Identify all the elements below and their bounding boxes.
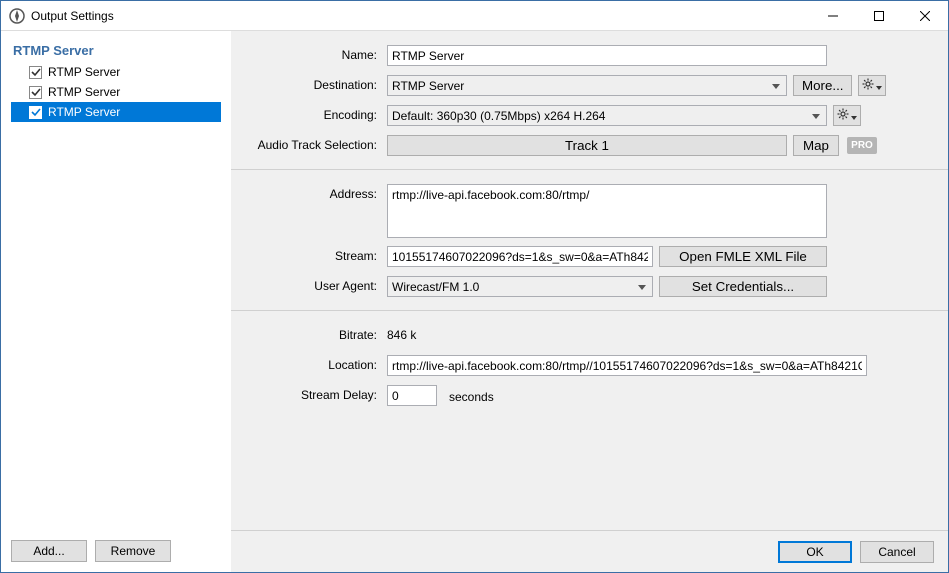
window-title: Output Settings: [31, 9, 810, 23]
destination-select[interactable]: RTMP Server: [387, 75, 787, 96]
open-fmle-button[interactable]: Open FMLE XML File: [659, 246, 827, 267]
cancel-button[interactable]: Cancel: [860, 541, 934, 563]
audio-track-label: Audio Track Selection:: [247, 135, 387, 152]
add-button[interactable]: Add...: [11, 540, 87, 562]
ok-button[interactable]: OK: [778, 541, 852, 563]
sidebar-item-label: RTMP Server: [48, 105, 120, 119]
encoding-select[interactable]: Default: 360p30 (0.75Mbps) x264 H.264: [387, 105, 827, 126]
more-button[interactable]: More...: [793, 75, 852, 96]
location-label: Location:: [247, 355, 387, 372]
titlebar: Output Settings: [1, 1, 948, 31]
sidebar-item-label: RTMP Server: [48, 65, 120, 79]
maximize-button[interactable]: [856, 1, 902, 31]
checkbox-icon[interactable]: [29, 66, 42, 79]
section-connection: Address: Stream: Open FMLE XML File: [231, 170, 948, 311]
sidebar-item-rtmp-2[interactable]: RTMP Server: [11, 102, 221, 122]
output-settings-window: Output Settings RTMP Server RTMP ServerR…: [0, 0, 949, 573]
chevron-down-icon: [851, 108, 857, 123]
stream-delay-input[interactable]: [387, 385, 437, 406]
address-label: Address:: [247, 184, 387, 201]
stream-delay-label: Stream Delay:: [247, 385, 387, 402]
user-agent-select[interactable]: Wirecast/FM 1.0: [387, 276, 653, 297]
gear-icon: [862, 78, 874, 93]
stream-input[interactable]: [387, 246, 653, 267]
checkbox-icon[interactable]: [29, 86, 42, 99]
sidebar-item-rtmp-1[interactable]: RTMP Server: [11, 82, 221, 102]
footer: OK Cancel: [231, 530, 948, 572]
sidebar-item-rtmp-0[interactable]: RTMP Server: [11, 62, 221, 82]
sidebar-list: RTMP Server RTMP Server RTMP Server: [11, 62, 221, 532]
close-button[interactable]: [902, 1, 948, 31]
stream-delay-unit: seconds: [443, 387, 494, 404]
map-button[interactable]: Map: [793, 135, 839, 156]
remove-button[interactable]: Remove: [95, 540, 171, 562]
track-button[interactable]: Track 1: [387, 135, 787, 156]
minimize-button[interactable]: [810, 1, 856, 31]
location-input[interactable]: [387, 355, 867, 376]
app-icon: [9, 8, 25, 24]
bitrate-value: 846 k: [387, 325, 416, 342]
encoding-gear-button[interactable]: [833, 105, 861, 126]
set-credentials-button[interactable]: Set Credentials...: [659, 276, 827, 297]
destination-gear-button[interactable]: [858, 75, 886, 96]
sidebar: RTMP Server RTMP ServerRTMP ServerRTMP S…: [1, 31, 231, 572]
chevron-down-icon: [876, 78, 882, 93]
section-general: Name: Destination: RTMP Server More...: [231, 31, 948, 170]
user-agent-label: User Agent:: [247, 276, 387, 293]
encoding-label: Encoding:: [247, 105, 387, 122]
gear-icon: [837, 108, 849, 123]
address-input[interactable]: [387, 184, 827, 238]
sidebar-item-label: RTMP Server: [48, 85, 120, 99]
sidebar-header: RTMP Server: [11, 43, 221, 58]
name-label: Name:: [247, 45, 387, 62]
pro-badge: PRO: [847, 137, 877, 154]
name-input[interactable]: [387, 45, 827, 66]
checkbox-icon[interactable]: [29, 106, 42, 119]
bitrate-label: Bitrate:: [247, 325, 387, 342]
stream-label: Stream:: [247, 246, 387, 263]
main-panel: Name: Destination: RTMP Server More...: [231, 31, 948, 572]
destination-label: Destination:: [247, 75, 387, 92]
section-info: Bitrate: 846 k Location: Stream Delay:: [231, 311, 948, 419]
